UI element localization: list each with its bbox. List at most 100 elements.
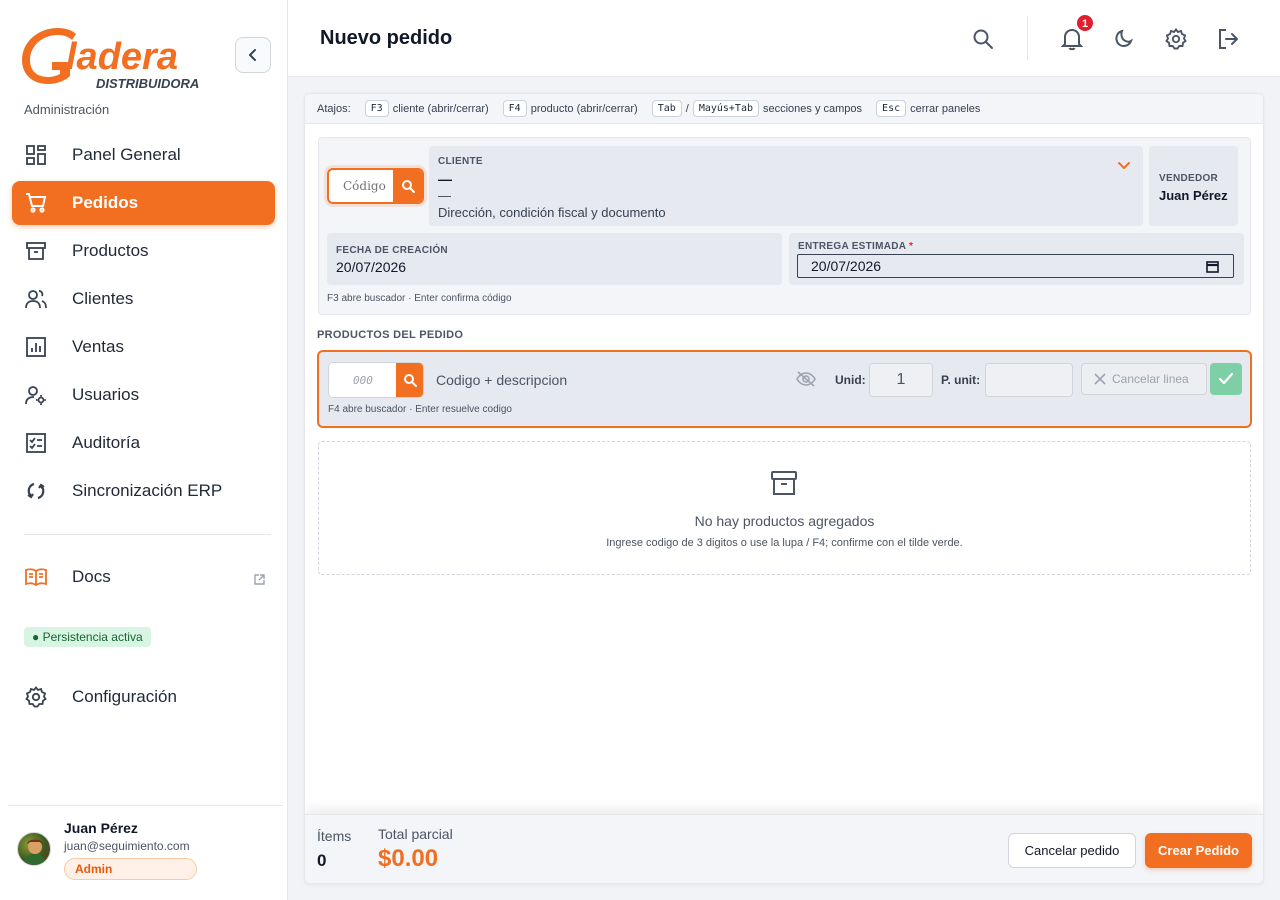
book-icon [24,565,48,589]
sidebar-item-label: Pedidos [72,193,139,212]
shortcut-text: cliente (abrir/cerrar) [392,102,489,115]
search-icon [401,180,415,193]
client-search-button[interactable] [393,170,422,202]
search-icon[interactable] [970,26,996,52]
checklist-icon [24,431,48,455]
total-label: Total parcial [378,826,453,842]
total-value: $0.00 [378,845,439,872]
quantity-label: Unid: [835,373,866,387]
unit-price-input[interactable] [985,363,1073,397]
users-icon [24,287,48,311]
kbd-key: Mayús+Tab [692,100,759,117]
client-name: — [438,171,452,187]
sidebar: ladera DISTRIBUIDORA Administración Pane… [0,0,288,900]
sidebar-item-pedidos[interactable]: Pedidos [12,181,275,225]
user-role-badge: Admin [64,858,197,880]
unit-price-label: P. unit: [941,373,981,387]
seller-name: Juan Pérez [1159,188,1228,203]
close-icon [1094,373,1106,385]
chart-icon [24,335,48,359]
cancel-line-label: Cancelar linea [1112,372,1189,386]
top-header: Nuevo pedido 1 [288,0,1280,77]
calendar-icon[interactable] [1206,260,1219,276]
client-hint: F3 abre buscador · Enter confirma código [327,293,512,304]
user-gear-icon [24,383,48,407]
products-section-title: PRODUCTOS DEL PEDIDO [317,329,464,341]
delivery-date-input[interactable]: 20/07/2026 [797,254,1234,278]
gear-icon[interactable] [1163,26,1189,52]
sidebar-item-label: Panel General [72,145,181,164]
shortcuts-bar: Atajos: F3 cliente (abrir/cerrar) F4 pro… [305,94,1263,124]
sidebar-item-sincronizacion[interactable]: Sincronización ERP [12,469,275,513]
seller-label: VENDEDOR [1159,173,1219,184]
sidebar-item-label: Usuarios [72,385,140,404]
sidebar-item-docs[interactable]: Docs [12,555,275,599]
persistence-badge: ● Persistencia activa [24,627,151,647]
sidebar-item-label: Auditoría [72,433,141,452]
sidebar-item-label: Sincronización ERP [72,481,223,500]
collapse-sidebar-button[interactable] [235,37,271,73]
search-icon [403,374,417,387]
sidebar-divider [24,534,271,535]
client-code-field[interactable] [327,168,424,204]
client-selector[interactable]: CLIENTE — — Dirección, condición fiscal … [429,146,1143,226]
seller-box: VENDEDOR Juan Pérez [1149,146,1238,226]
creation-date-label: FECHA DE CREACIÓN [336,245,448,256]
sidebar-item-configuracion[interactable]: Configuración [12,675,275,719]
archive-icon [770,469,798,502]
product-code-field[interactable]: 000 [328,362,424,398]
logout-icon[interactable] [1215,26,1241,52]
user-email: juan@seguimiento.com [64,839,190,853]
sync-icon [24,479,48,503]
create-order-button[interactable]: Crear Pedido [1145,833,1252,868]
shortcut-text: secciones y campos [763,102,863,115]
quantity-input[interactable]: 1 [869,363,933,397]
cancel-order-button[interactable]: Cancelar pedido [1008,833,1136,868]
kbd-key: Esc [876,100,907,117]
brand-logo[interactable]: ladera DISTRIBUIDORA [18,22,218,92]
chevron-down-icon[interactable] [1117,158,1131,176]
sidebar-item-label: Ventas [72,337,124,356]
sidebar-nav: Panel General Pedidos Productos Clientes… [12,133,275,517]
shortcut-text: producto (abrir/cerrar) [530,102,638,115]
external-link-icon [254,570,265,590]
cart-icon [24,191,48,215]
kbd-key: F4 [502,100,527,117]
shortcut-separator: / [685,102,689,115]
eye-off-icon[interactable] [796,371,816,392]
sidebar-item-ventas[interactable]: Ventas [12,325,275,369]
moon-icon[interactable] [1111,26,1137,52]
cancel-line-button[interactable]: Cancelar linea [1081,363,1207,395]
sidebar-item-auditoria[interactable]: Auditoría [12,421,275,465]
docs-label: Docs [72,567,111,586]
product-description-field[interactable]: Codigo + descripcion [436,372,567,388]
sidebar-item-usuarios[interactable]: Usuarios [12,373,275,417]
items-count: 0 [317,851,327,870]
kbd-key: Tab [651,100,682,117]
sidebar-item-panel-general[interactable]: Panel General [12,133,275,177]
items-label: Ítems [317,828,352,844]
sidebar-item-productos[interactable]: Productos [12,229,275,273]
empty-title: No hay productos agregados [694,513,875,529]
sidebar-item-clientes[interactable]: Clientes [12,277,275,321]
client-code-input[interactable] [329,170,395,202]
notification-badge: 1 [1076,14,1094,32]
delivery-date-box: ENTREGA ESTIMADA * 20/07/2026 [789,233,1244,285]
sidebar-item-label: Productos [72,241,149,260]
empty-subtitle: Ingrese codigo de 3 digitos o use la lup… [606,537,963,549]
page-title: Nuevo pedido [320,27,453,49]
required-marker: * [909,241,914,252]
creation-date-box: FECHA DE CREACIÓN 20/07/2026 [327,233,782,285]
product-search-button[interactable] [396,363,423,397]
confirm-line-button[interactable] [1210,363,1242,395]
dashboard-icon [24,143,48,167]
order-footer: Ítems 0 Total parcial $0.00 Cancelar ped… [305,814,1263,883]
avatar[interactable] [17,832,51,866]
client-label: CLIENTE [438,156,483,167]
product-code-placeholder: 000 [353,374,373,387]
shortcut-text: cerrar paneles [910,102,981,115]
kbd-key: F3 [364,100,389,117]
archive-icon [24,239,48,263]
config-label: Configuración [72,687,177,706]
creation-date-value: 20/07/2026 [336,259,407,275]
